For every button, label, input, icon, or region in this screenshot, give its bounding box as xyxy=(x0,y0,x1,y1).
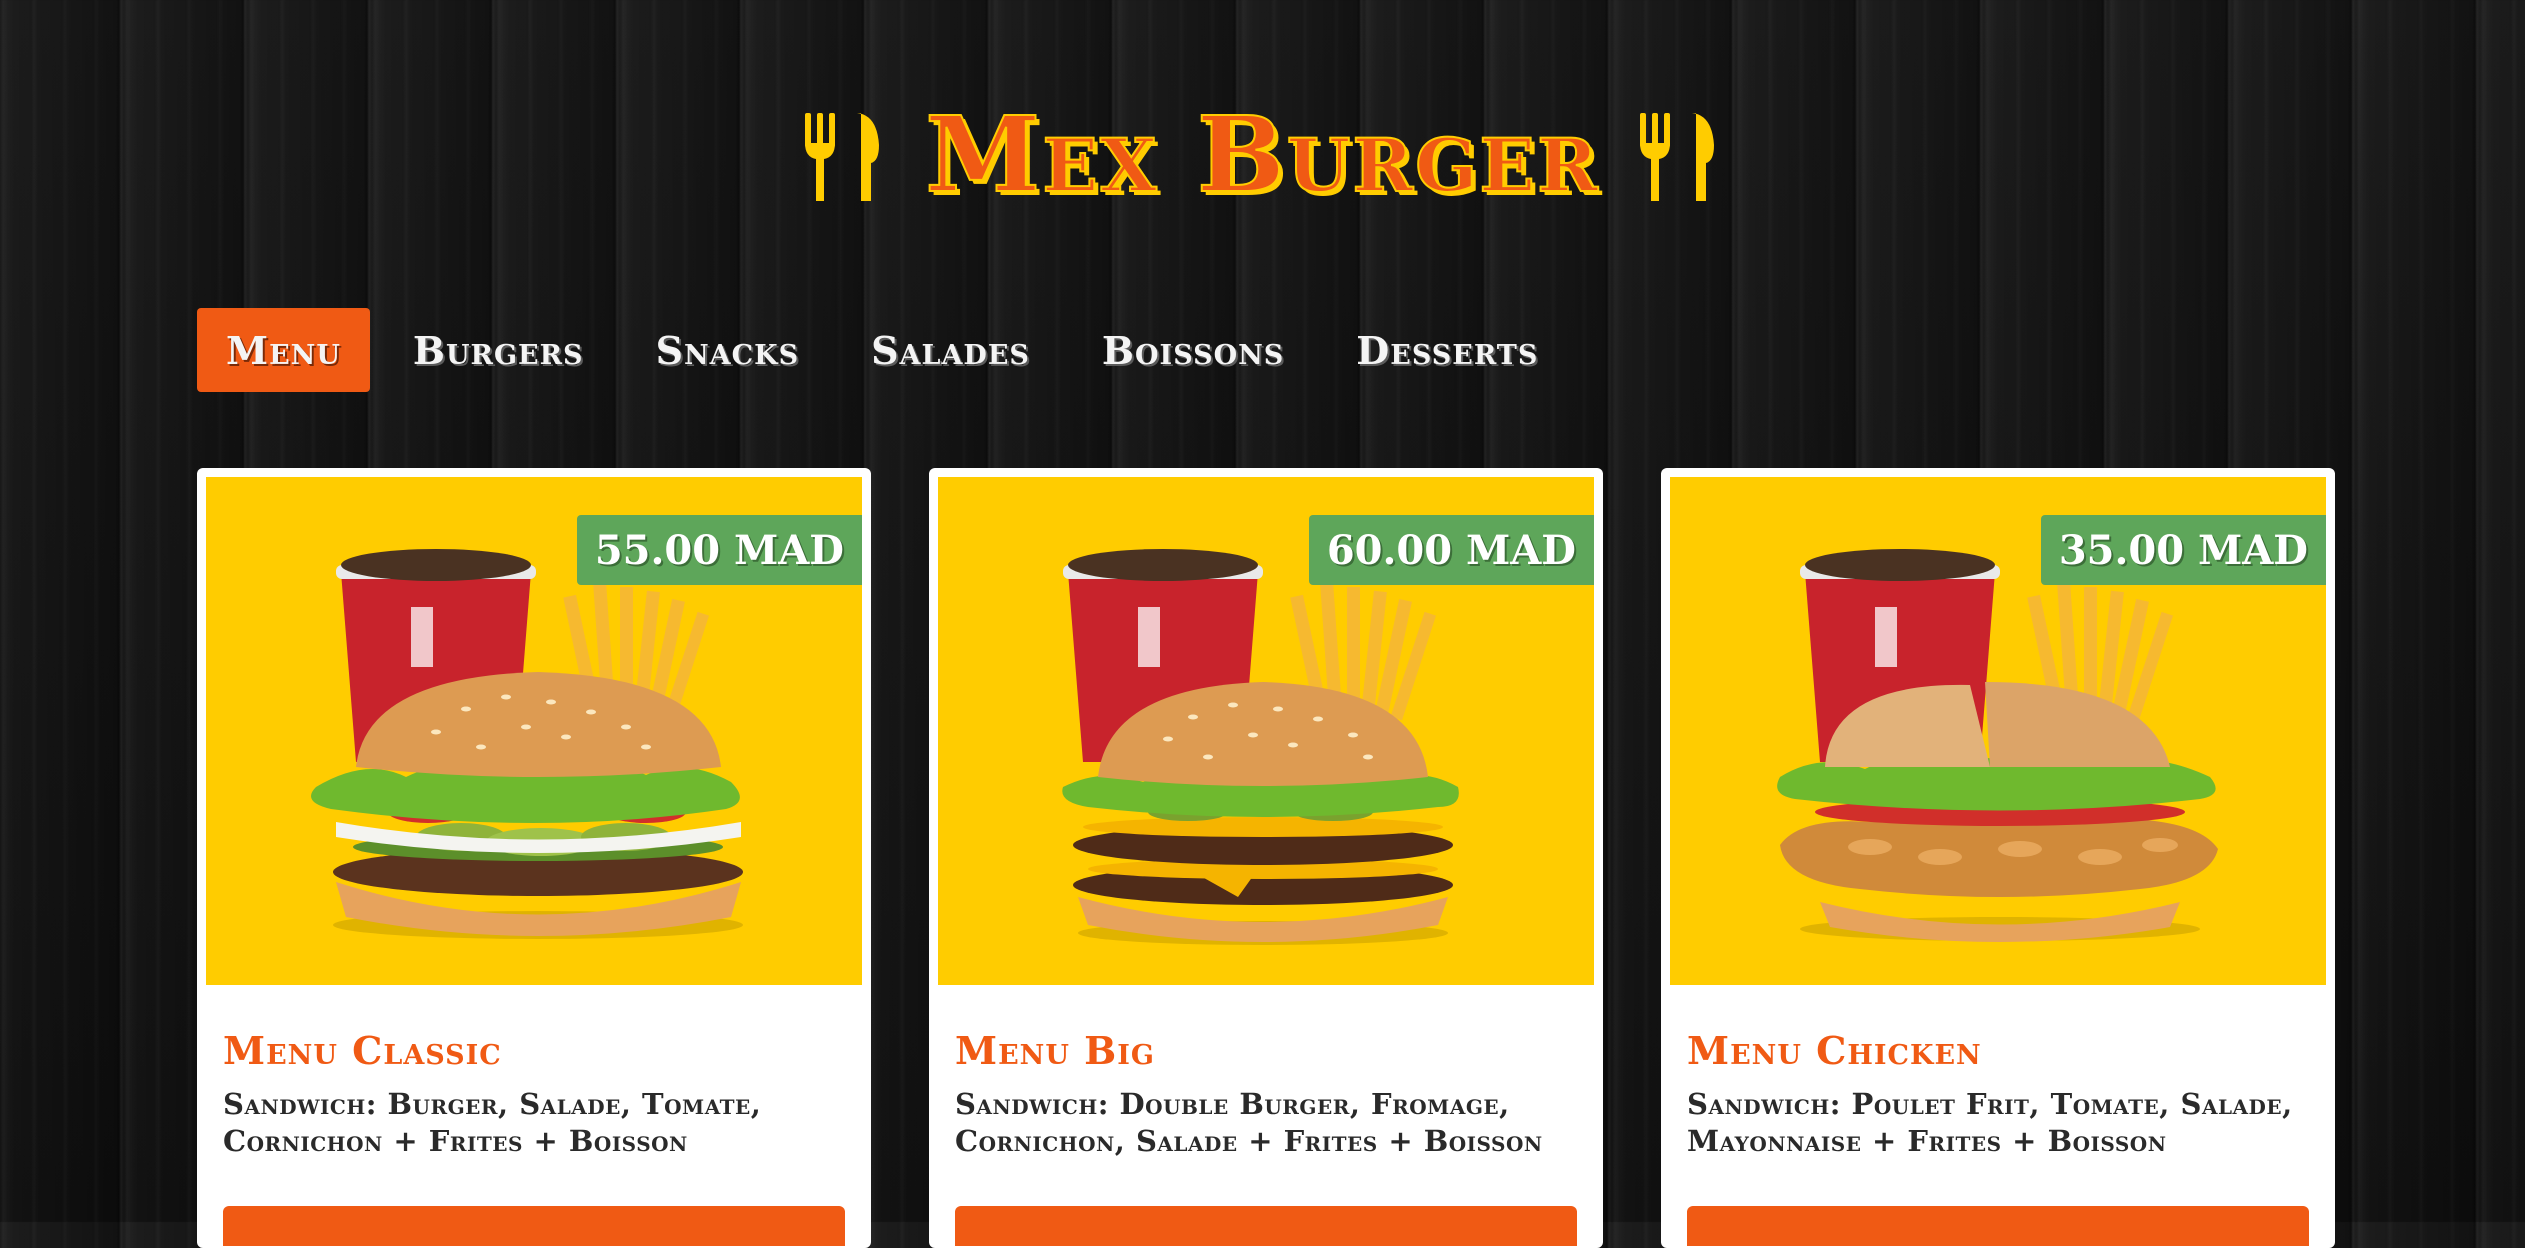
nav-item-burgers[interactable]: Burgers xyxy=(384,308,613,392)
nav-item-salades[interactable]: Salades xyxy=(842,308,1059,392)
add-to-order-button[interactable] xyxy=(955,1206,1577,1246)
brand-header: Mex Burger xyxy=(0,95,2525,215)
card-title: Menu Chicken xyxy=(1687,1028,1982,1073)
price-badge: 35.00 MAD xyxy=(2040,515,2326,585)
category-nav: Menu Burgers Snacks Salades Boissons Des… xyxy=(197,308,1567,392)
menu-card-classic[interactable]: 55.00 MAD Menu Classic Sandwich: Burger,… xyxy=(197,468,871,1248)
card-image-area: 35.00 MAD xyxy=(1670,477,2326,985)
menu-card-grid: 55.00 MAD Menu Classic Sandwich: Burger,… xyxy=(197,468,2335,1248)
card-title: Menu Classic xyxy=(223,1028,502,1073)
card-description: Sandwich: Poulet Frit, Tomate, Salade, M… xyxy=(1687,1087,2293,1158)
menu-card-chicken[interactable]: 35.00 MAD Menu Chicken Sandwich: Poulet … xyxy=(1661,468,2335,1248)
price-badge: 60.00 MAD xyxy=(1308,515,1594,585)
site-title: Mex Burger xyxy=(924,93,1600,216)
add-to-order-button[interactable] xyxy=(1687,1206,2309,1246)
add-to-order-button[interactable] xyxy=(223,1206,845,1246)
price-badge: 55.00 MAD xyxy=(576,515,862,585)
card-image-area: 55.00 MAD xyxy=(206,477,862,985)
nav-item-desserts[interactable]: Desserts xyxy=(1327,308,1567,392)
nav-item-menu[interactable]: Menu xyxy=(197,308,370,392)
nav-item-snacks[interactable]: Snacks xyxy=(627,308,829,392)
cutlery-icon xyxy=(1639,113,1714,201)
card-image-area: 60.00 MAD xyxy=(938,477,1594,985)
card-description: Sandwich: Double Burger, Fromage, Cornic… xyxy=(955,1087,1543,1158)
nav-item-boissons[interactable]: Boissons xyxy=(1073,308,1313,392)
card-title: Menu Big xyxy=(955,1028,1155,1073)
card-description: Sandwich: Burger, Salade, Tomate, Cornic… xyxy=(223,1087,762,1158)
menu-card-big[interactable]: 60.00 MAD Menu Big Sandwich: Double Burg… xyxy=(929,468,1603,1248)
cutlery-icon xyxy=(805,113,880,201)
